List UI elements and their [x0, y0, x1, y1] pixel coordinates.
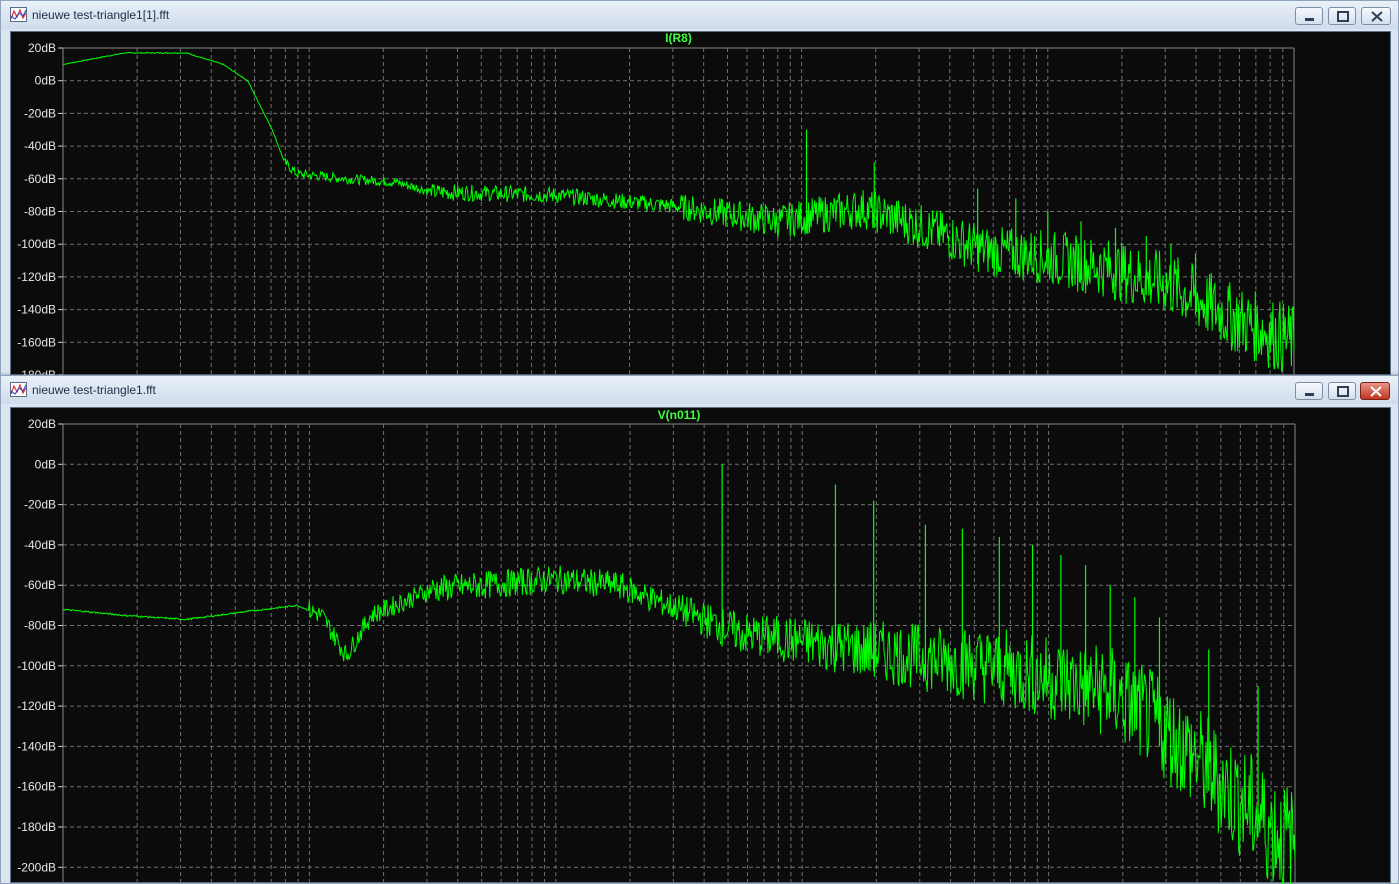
minimize-icon: [1305, 393, 1314, 396]
fft-plot-svg: V(n011) 20dB 0dB -20dB -40dB -60dB -80dB -100dB…: [17, 408, 1296, 884]
minimize-icon: [1305, 18, 1314, 21]
fft-plot-app-icon: [10, 7, 27, 22]
window-title: nieuwe test-triangle1[1].fft: [32, 8, 170, 22]
y-tick-label: -120dB: [17, 270, 56, 284]
close-button[interactable]: [1360, 382, 1390, 400]
y-tick-label: -60dB: [24, 172, 56, 186]
fft-plot-area[interactable]: V(n011) 20dB 0dB -20dB -40dB -60dB -80dB -100dB…: [10, 407, 1391, 884]
y-tick-label: -60dB: [24, 578, 56, 592]
y-tick-label: 20dB: [28, 417, 56, 431]
y-tick-label: -40dB: [24, 538, 56, 552]
window-titlebar[interactable]: nieuwe test-triangle1.fft: [1, 376, 1398, 404]
fft-plot-area[interactable]: I(R8) 20dB 0dB -20dB -40dB -60dB -80dB -100dB -1…: [10, 31, 1391, 376]
close-icon: [1370, 386, 1382, 397]
y-tick-label: -160dB: [17, 335, 56, 349]
y-tick-label: -140dB: [17, 739, 56, 753]
window-titlebar[interactable]: nieuwe test-triangle1[1].fft: [1, 1, 1398, 29]
y-tick-label: -200dB: [17, 860, 56, 874]
y-tick-label: 0dB: [35, 457, 56, 471]
trace-title: V(n011): [658, 408, 701, 422]
y-tick-label: -80dB: [24, 619, 56, 633]
y-tick-label: -100dB: [17, 237, 56, 251]
y-tick-label: -180dB: [17, 820, 56, 834]
y-tick-label: 0dB: [35, 74, 56, 88]
y-tick-label: -120dB: [17, 699, 56, 713]
y-tick-label: -80dB: [24, 205, 56, 219]
close-button[interactable]: [1361, 7, 1391, 25]
fft-window-2[interactable]: nieuwe test-triangle1.fft V(n011) 20dB 0dB…: [0, 375, 1399, 884]
y-tick-label: -20dB: [24, 106, 56, 120]
maximize-button[interactable]: [1328, 382, 1356, 400]
y-tick-label: -20dB: [24, 498, 56, 512]
maximize-icon: [1337, 386, 1349, 397]
trace-title: I(R8): [665, 32, 692, 45]
fft-plot-app-icon: [10, 382, 27, 397]
window-title: nieuwe test-triangle1.fft: [32, 383, 156, 397]
maximize-button[interactable]: [1328, 7, 1356, 25]
fft-window-1[interactable]: nieuwe test-triangle1[1].fft I(R8) 20dB 0d…: [0, 0, 1399, 376]
y-tick-label: -140dB: [17, 303, 56, 317]
maximize-icon: [1337, 11, 1349, 22]
y-tick-label: -100dB: [17, 659, 56, 673]
y-tick-label: -160dB: [17, 780, 56, 794]
close-icon: [1371, 11, 1383, 22]
fft-plot-svg: I(R8) 20dB 0dB -20dB -40dB -60dB -80dB -100dB -1…: [17, 32, 1295, 376]
y-tick-label: -40dB: [24, 139, 56, 153]
minimize-button[interactable]: [1295, 382, 1323, 400]
minimize-button[interactable]: [1295, 7, 1323, 25]
y-tick-label: 20dB: [28, 41, 56, 55]
